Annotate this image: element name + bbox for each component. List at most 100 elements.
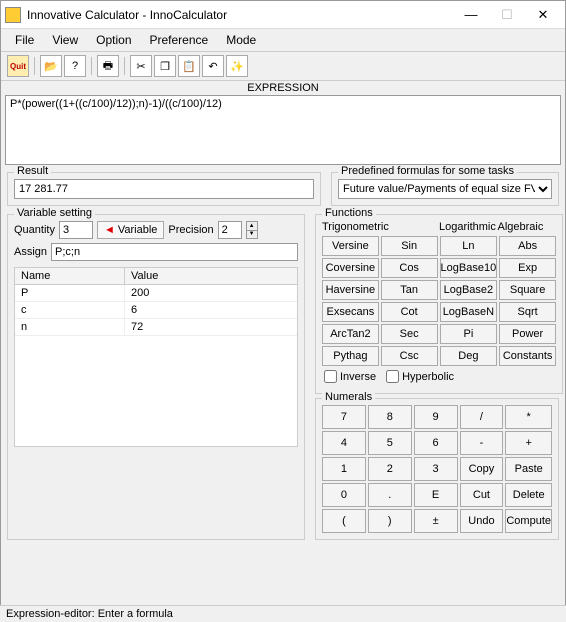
fn-abs[interactable]: Abs [499,236,556,256]
func-header-alg: Algebraic [498,221,557,233]
fn-sqrt[interactable]: Sqrt [499,302,556,322]
num-9[interactable]: 9 [414,405,458,429]
num-x[interactable]: ) [368,509,412,533]
fn-constants[interactable]: Constants [499,346,556,366]
fn-logbase2[interactable]: LogBase2 [440,280,498,300]
cut-icon[interactable]: ✂ [130,55,152,77]
num-1[interactable]: 1 [322,457,366,481]
num-compute[interactable]: Compute [505,509,552,533]
fn-logbasen[interactable]: LogBaseN [440,302,498,322]
functions-group: Functions Trigonometric Logarithmic Alge… [315,214,563,394]
menu-view[interactable]: View [44,31,86,49]
num-copy[interactable]: Copy [460,457,504,481]
menu-mode[interactable]: Mode [218,31,264,49]
func-header-trig: Trigonometric [322,221,439,233]
fn-exsecans[interactable]: Exsecans [322,302,379,322]
fn-coversine[interactable]: Coversine [322,258,379,278]
undo-icon[interactable]: ↶ [202,55,224,77]
fn-sec[interactable]: Sec [381,324,438,344]
num-paste[interactable]: Paste [505,457,552,481]
copy-icon[interactable]: ❐ [154,55,176,77]
assign-input[interactable] [51,243,298,261]
fn-power[interactable]: Power [499,324,556,344]
menu-option[interactable]: Option [88,31,139,49]
result-group: Result [7,172,321,206]
num-x[interactable]: - [460,431,504,455]
inverse-checkbox[interactable]: Inverse [324,370,376,383]
chevron-up-icon[interactable]: ▲ [247,222,257,231]
num-7[interactable]: 7 [322,405,366,429]
fn-ln[interactable]: Ln [440,236,498,256]
close-button[interactable]: ✕ [525,3,561,27]
table-header-name[interactable]: Name [15,268,125,284]
func-header-log: Logarithmic [439,221,498,233]
precision-spinner[interactable]: ▲▼ [246,221,258,239]
numerals-group: Numerals 789/*456-+123CopyPaste0.ECutDel… [315,398,559,540]
num-0[interactable]: 0 [322,483,366,507]
num-undo[interactable]: Undo [460,509,504,533]
minimize-button[interactable]: — [453,3,489,27]
menubar: File View Option Preference Mode [1,29,565,52]
num-e[interactable]: E [414,483,458,507]
variable-table: Name Value P 200 c 6 n 72 [14,267,298,447]
fn-logbase10[interactable]: LogBase10 [440,258,498,278]
result-input[interactable] [14,179,314,199]
assign-label: Assign [14,246,47,258]
num-x[interactable]: ± [414,509,458,533]
quit-button[interactable]: Quit [7,55,29,77]
predef-label: Predefined formulas for some tasks [338,165,517,177]
num-x[interactable]: + [505,431,552,455]
help-icon[interactable]: ? [64,55,86,77]
num-4[interactable]: 4 [322,431,366,455]
fn-cot[interactable]: Cot [381,302,438,322]
fn-pythag[interactable]: Pythag [322,346,379,366]
quantity-label: Quantity [14,224,55,236]
toolbar: Quit 📂 ? 🖶 ✂ ❐ 📋 ↶ ✨ [1,52,565,81]
predef-select[interactable]: Future value/Payments of equal size FVn [338,179,552,199]
arrow-left-icon: ◄ [104,224,115,236]
num-8[interactable]: 8 [368,405,412,429]
precision-label: Precision [168,224,213,236]
variable-button[interactable]: ◄Variable [97,221,164,239]
paste-icon[interactable]: 📋 [178,55,200,77]
num-cut[interactable]: Cut [460,483,504,507]
table-row[interactable]: P 200 [15,285,297,302]
num-x[interactable]: * [505,405,552,429]
num-delete[interactable]: Delete [505,483,552,507]
table-row[interactable]: n 72 [15,319,297,336]
fn-deg[interactable]: Deg [440,346,498,366]
fn-csc[interactable]: Csc [381,346,438,366]
menu-preference[interactable]: Preference [142,31,217,49]
hyperbolic-checkbox[interactable]: Hyperbolic [386,370,454,383]
app-icon [5,7,21,23]
quantity-input[interactable] [59,221,93,239]
num-x[interactable]: ( [322,509,366,533]
fn-versine[interactable]: Versine [322,236,379,256]
num-5[interactable]: 5 [368,431,412,455]
num-x[interactable]: / [460,405,504,429]
menu-file[interactable]: File [7,31,42,49]
fn-sin[interactable]: Sin [381,236,438,256]
print-icon[interactable]: 🖶 [97,55,119,77]
table-row[interactable]: c 6 [15,302,297,319]
fn-arctan2[interactable]: ArcTan2 [322,324,379,344]
maximize-button[interactable]: ☐ [489,3,525,27]
table-header-value[interactable]: Value [125,268,297,284]
window-title: Innovative Calculator - InnoCalculator [27,8,453,22]
fn-haversine[interactable]: Haversine [322,280,379,300]
expression-input[interactable] [5,95,561,165]
open-icon[interactable]: 📂 [40,55,62,77]
num-2[interactable]: 2 [368,457,412,481]
num-x[interactable]: . [368,483,412,507]
fn-exp[interactable]: Exp [499,258,556,278]
wand-icon[interactable]: ✨ [226,55,248,77]
precision-input[interactable] [218,221,242,239]
fn-square[interactable]: Square [499,280,556,300]
fn-pi[interactable]: Pi [440,324,498,344]
fn-tan[interactable]: Tan [381,280,438,300]
num-6[interactable]: 6 [414,431,458,455]
num-3[interactable]: 3 [414,457,458,481]
fn-cos[interactable]: Cos [381,258,438,278]
chevron-down-icon[interactable]: ▼ [247,231,257,239]
variable-setting-group: Variable setting Quantity ◄Variable Prec… [7,214,305,540]
